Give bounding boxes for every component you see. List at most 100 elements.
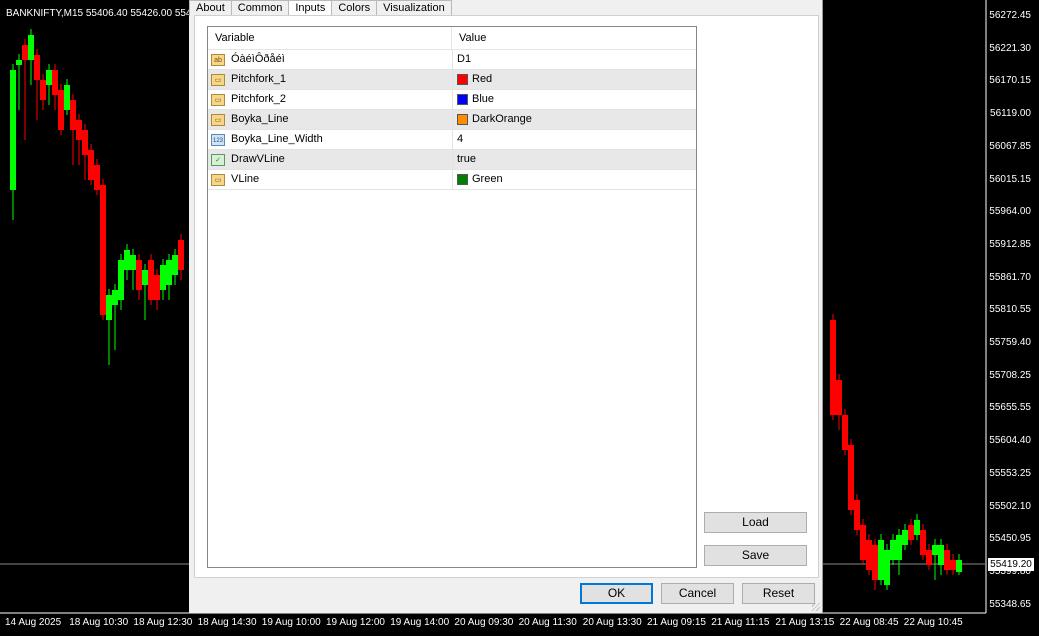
value-cell[interactable]: true	[453, 150, 476, 169]
candle-body	[908, 525, 914, 540]
value-column-header[interactable]: Value	[452, 27, 486, 49]
candle-body	[830, 320, 836, 415]
save-button[interactable]: Save	[704, 545, 807, 566]
grid-row[interactable]: ▭ Pitchfork_1 Red	[208, 70, 696, 90]
price-axis-label: 56170.15	[989, 75, 1031, 87]
time-axis-label: 18 Aug 10:30	[69, 617, 129, 628]
candle-body	[124, 250, 130, 270]
price-axis-label: 55348.65	[989, 598, 1031, 610]
candle-body	[884, 550, 890, 585]
value-cell[interactable]: DarkOrange	[453, 110, 532, 129]
price-axis-label: 55810.55	[989, 304, 1031, 316]
grid-row[interactable]: ✓ DrawVLine true	[208, 150, 696, 170]
candle-body	[902, 530, 908, 545]
variable-name: DrawVLine	[231, 153, 285, 165]
tab-about[interactable]: About	[189, 0, 232, 16]
candle-body	[166, 260, 172, 285]
variable-name: Pitchfork_2	[231, 93, 287, 105]
candle-body	[938, 545, 944, 565]
current-price-label: 55419.20	[988, 558, 1034, 571]
variable-name: Boyka_Line_Width	[231, 133, 323, 145]
candle-body	[88, 150, 94, 180]
candle-body	[28, 35, 34, 60]
candle-body	[154, 275, 160, 300]
grid-row[interactable]: ▭ Pitchfork_2 Blue	[208, 90, 696, 110]
candle-body	[178, 240, 184, 270]
price-axis-label: 55502.10	[989, 500, 1031, 512]
variable-cell: 123 Boyka_Line_Width	[208, 130, 453, 149]
value-cell[interactable]: Blue	[453, 90, 494, 109]
resize-grip-icon[interactable]	[812, 603, 820, 611]
candle-body	[920, 530, 926, 555]
candle-body	[950, 560, 956, 570]
tab-bar: About Common Inputs Colors Visualization	[189, 0, 452, 17]
candle-body	[896, 535, 902, 560]
candle-body	[872, 545, 878, 580]
candle-body	[82, 130, 88, 155]
candle-body	[148, 260, 154, 300]
price-axis-label: 56272.45	[989, 10, 1031, 21]
candle-body	[94, 165, 100, 190]
value-cell[interactable]: Red	[453, 70, 492, 89]
price-axis-label: 55861.70	[989, 271, 1031, 283]
price-axis-label: 55450.95	[989, 533, 1031, 545]
time-axis-label: 18 Aug 14:30	[197, 617, 257, 628]
inputs-grid: Variable Value ab ÓàéìÔðåéì D1 ▭ Pitchfork_1…	[207, 26, 697, 568]
variable-column-header[interactable]: Variable	[208, 27, 452, 49]
grid-row[interactable]: ▭ VLine Green	[208, 170, 696, 190]
grid-row[interactable]: ▭ Boyka_Line DarkOrange	[208, 110, 696, 130]
time-axis-label: 19 Aug 10:00	[261, 617, 321, 628]
price-axis-label: 55759.40	[989, 337, 1031, 348]
candle-body	[914, 520, 920, 535]
load-button[interactable]: Load	[704, 512, 807, 533]
candle-body	[932, 545, 938, 555]
chart-title: BANKNIFTY,M15 55406.40 55426.00 554	[6, 8, 192, 19]
price-axis-label: 55604.40	[989, 435, 1031, 447]
time-axis-label: 22 Aug 10:45	[903, 617, 963, 628]
time-axis-label: 21 Aug 13:15	[775, 617, 835, 628]
variable-value: Blue	[472, 93, 495, 105]
boolean-type-icon: ✓	[211, 153, 225, 166]
candle-body	[10, 70, 16, 190]
value-cell[interactable]: Green	[453, 170, 503, 189]
inputs-panel: Variable Value ab ÓàéìÔðåéì D1 ▭ Pitchfork_1…	[194, 15, 819, 578]
color-type-icon: ▭	[211, 93, 225, 106]
variable-cell: ab ÓàéìÔðåéì	[208, 50, 453, 69]
price-axis-label: 55708.25	[989, 369, 1031, 381]
time-axis-label: 14 Aug 2025	[5, 617, 62, 628]
value-cell[interactable]: D1	[453, 50, 471, 69]
candle-body	[40, 80, 46, 100]
variable-name: Boyka_Line	[231, 113, 289, 125]
price-axis-label: 56221.30	[989, 42, 1031, 54]
tab-common[interactable]: Common	[230, 0, 290, 16]
integer-type-icon: 123	[211, 133, 225, 146]
color-type-icon: ▭	[211, 73, 225, 86]
variable-cell: ✓ DrawVLine	[208, 150, 453, 169]
time-axis-label: 19 Aug 12:00	[326, 617, 385, 628]
cancel-button[interactable]: Cancel	[661, 583, 734, 604]
candle-body	[34, 55, 40, 80]
grid-header: Variable Value	[208, 27, 696, 50]
string-type-icon: ab	[211, 53, 225, 66]
color-swatch	[457, 114, 468, 125]
time-axis-label: 18 Aug 12:30	[133, 617, 193, 628]
candle-body	[860, 525, 866, 560]
color-swatch	[457, 174, 468, 185]
tab-visualization[interactable]: Visualization	[376, 0, 452, 16]
time-axis-label: 19 Aug 14:00	[390, 617, 450, 628]
value-cell[interactable]: 4	[453, 130, 463, 149]
tab-colors[interactable]: Colors	[331, 0, 378, 16]
time-axis-label: 20 Aug 11:30	[518, 617, 577, 628]
candle-body	[76, 120, 82, 140]
grid-row[interactable]: ab ÓàéìÔðåéì D1	[208, 50, 696, 70]
color-type-icon: ▭	[211, 113, 225, 126]
grid-row[interactable]: 123 Boyka_Line_Width 4	[208, 130, 696, 150]
reset-button[interactable]: Reset	[742, 583, 815, 604]
candle-body	[142, 270, 148, 285]
ok-button[interactable]: OK	[580, 583, 653, 604]
candle-body	[842, 415, 848, 450]
time-axis-label: 21 Aug 11:15	[711, 617, 770, 628]
variable-value: true	[457, 153, 476, 165]
candle-body	[16, 60, 22, 65]
price-axis-label: 56015.15	[989, 173, 1031, 185]
